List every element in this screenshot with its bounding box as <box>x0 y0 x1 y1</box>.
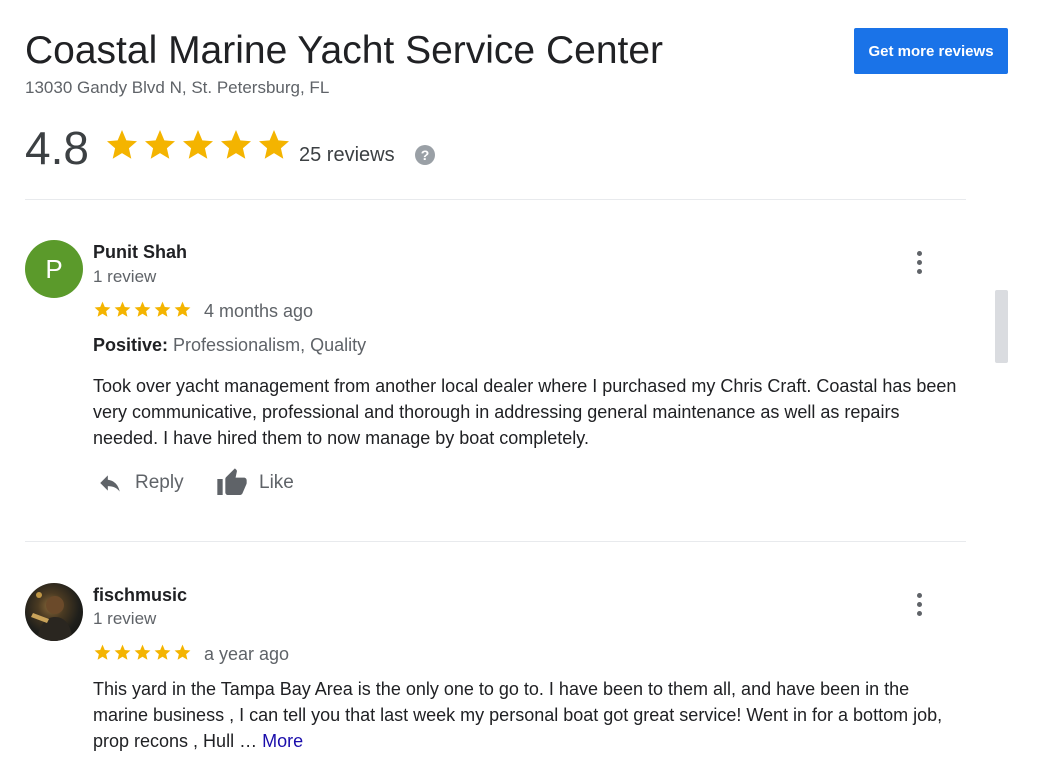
attributes-value: Professionalism, Quality <box>168 335 367 355</box>
like-button[interactable]: Like <box>215 467 294 499</box>
avatar[interactable] <box>25 583 83 641</box>
reviewer-review-count: 1 review <box>93 609 157 628</box>
star-icon <box>134 301 151 317</box>
review-stars <box>93 643 192 662</box>
scrollbar-thumb[interactable] <box>995 290 1008 363</box>
star-icon <box>134 644 151 660</box>
more-link[interactable]: More <box>262 731 303 751</box>
reply-button[interactable]: Reply <box>95 470 184 496</box>
more-options-icon[interactable] <box>908 589 930 619</box>
review-stars <box>93 300 192 319</box>
star-icon <box>114 644 131 660</box>
help-icon[interactable]: ? <box>415 145 435 165</box>
profile-photo-icon <box>31 592 73 641</box>
reply-icon <box>100 475 120 492</box>
more-options-icon[interactable] <box>908 247 930 277</box>
star-icon <box>221 130 251 159</box>
reviewer-name[interactable]: fischmusic <box>93 583 187 607</box>
review-text: Took over yacht management from another … <box>93 376 957 448</box>
review-attributes: Positive: Professionalism, Quality <box>93 334 366 356</box>
review-time: a year ago <box>204 644 290 664</box>
star-icon <box>94 301 111 317</box>
review-time: 4 months ago <box>204 301 314 321</box>
average-rating-stars <box>104 127 292 163</box>
like-label: Like <box>259 472 294 493</box>
star-icon <box>174 301 191 317</box>
star-icon <box>107 130 137 159</box>
reviewer-review-count: 1 review <box>93 267 157 286</box>
thumbs-up-icon <box>217 468 247 495</box>
business-address: 13030 Gandy Blvd N, St. Petersburg, FL <box>25 78 330 97</box>
avatar[interactable]: P <box>25 240 83 298</box>
review-text-body: This yard in the Tampa Bay Area is the o… <box>93 679 943 751</box>
page-title: Coastal Marine Yacht Service Center <box>25 29 664 72</box>
star-icon <box>259 130 289 159</box>
attributes-label: Positive: <box>93 335 169 355</box>
star-icon <box>174 644 191 660</box>
star-icon <box>183 130 213 159</box>
star-icon <box>154 644 171 660</box>
star-icon <box>145 130 175 159</box>
reply-label: Reply <box>135 472 184 493</box>
review-text: This yard in the Tampa Bay Area is the o… <box>93 676 963 754</box>
star-icon <box>154 301 171 317</box>
review-divider <box>25 541 966 542</box>
average-rating: 4.8 <box>25 122 89 174</box>
header-divider <box>25 199 966 200</box>
review-count-link[interactable]: 25 reviews <box>299 142 395 168</box>
star-icon <box>114 301 131 317</box>
reviewer-name[interactable]: Punit Shah <box>93 240 187 264</box>
star-icon <box>94 644 111 660</box>
get-more-reviews-button[interactable]: Get more reviews <box>854 28 1008 74</box>
